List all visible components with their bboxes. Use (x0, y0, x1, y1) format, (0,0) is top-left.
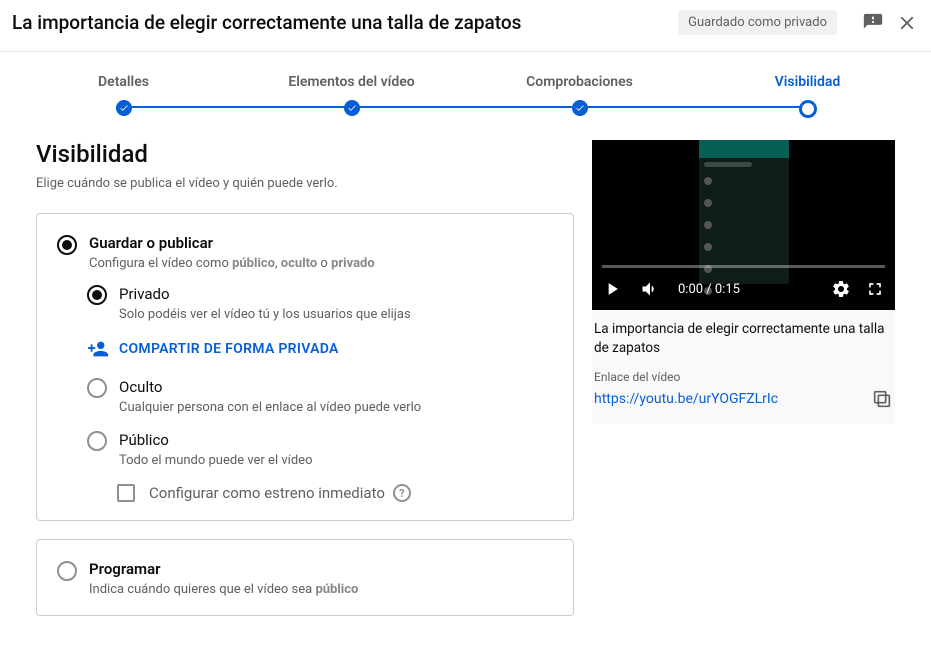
person-add-icon (87, 338, 109, 360)
schedule-label: Programar (89, 560, 358, 578)
step-details[interactable]: Detalles (10, 74, 238, 118)
close-icon[interactable] (895, 11, 919, 35)
preview-title: La importancia de elegir correctamente u… (592, 320, 895, 358)
section-heading: Visibilidad (36, 140, 574, 168)
save-publish-radio[interactable] (57, 235, 77, 255)
video-preview-panel: 0:00 / 0:15 La importancia de elegir cor… (592, 140, 895, 424)
unlisted-label: Oculto (119, 378, 421, 396)
save-publish-card: Guardar o publicar Configura el vídeo co… (36, 213, 574, 521)
dialog-header: La importancia de elegir correctamente u… (0, 0, 931, 52)
privacy-chip: Guardado como privado (678, 10, 837, 35)
private-label: Privado (119, 285, 411, 303)
save-publish-label: Guardar o publicar (89, 234, 375, 252)
help-icon[interactable]: ? (393, 484, 411, 502)
step-visibility[interactable]: Visibilidad (694, 74, 922, 118)
schedule-radio[interactable] (57, 561, 77, 581)
play-icon[interactable] (602, 279, 622, 299)
video-link[interactable]: https://youtu.be/urYOGFZLrIc (594, 391, 871, 407)
stepper: Detalles Elementos del vídeo Comprobacio… (0, 52, 931, 130)
video-player[interactable]: 0:00 / 0:15 (592, 140, 895, 310)
premiere-checkbox[interactable] (117, 484, 135, 502)
step-checks[interactable]: Comprobaciones (466, 74, 694, 118)
copy-icon[interactable] (871, 388, 893, 410)
public-radio[interactable] (87, 431, 107, 451)
private-radio[interactable] (87, 285, 107, 305)
video-thumbnail (699, 140, 789, 284)
unlisted-sub: Cualquier persona con el enlace al vídeo… (119, 400, 421, 415)
section-subheading: Elige cuándo se publica el vídeo y quién… (36, 176, 574, 191)
private-sub: Solo podéis ver el vídeo tú y los usuari… (119, 307, 411, 322)
fullscreen-icon[interactable] (865, 279, 885, 299)
settings-icon[interactable] (831, 279, 851, 299)
schedule-card: Programar Indica cuándo quieres que el v… (36, 539, 574, 616)
premiere-label: Configurar como estreno inmediato (149, 484, 385, 502)
public-label: Público (119, 431, 313, 449)
share-privately-button[interactable]: COMPARTIR DE FORMA PRIVADA (87, 338, 553, 360)
volume-icon[interactable] (640, 279, 660, 299)
feedback-icon[interactable] (861, 11, 885, 35)
save-publish-sub: Configura el vídeo como público, oculto … (89, 256, 375, 271)
step-video-elements[interactable]: Elementos del vídeo (238, 74, 466, 118)
unlisted-radio[interactable] (87, 378, 107, 398)
link-label: Enlace del vídeo (592, 370, 895, 384)
schedule-sub: Indica cuándo quieres que el vídeo sea p… (89, 582, 358, 597)
public-sub: Todo el mundo puede ver el vídeo (119, 453, 313, 468)
video-time: 0:00 / 0:15 (678, 282, 831, 297)
dialog-title: La importancia de elegir correctamente u… (12, 11, 678, 34)
